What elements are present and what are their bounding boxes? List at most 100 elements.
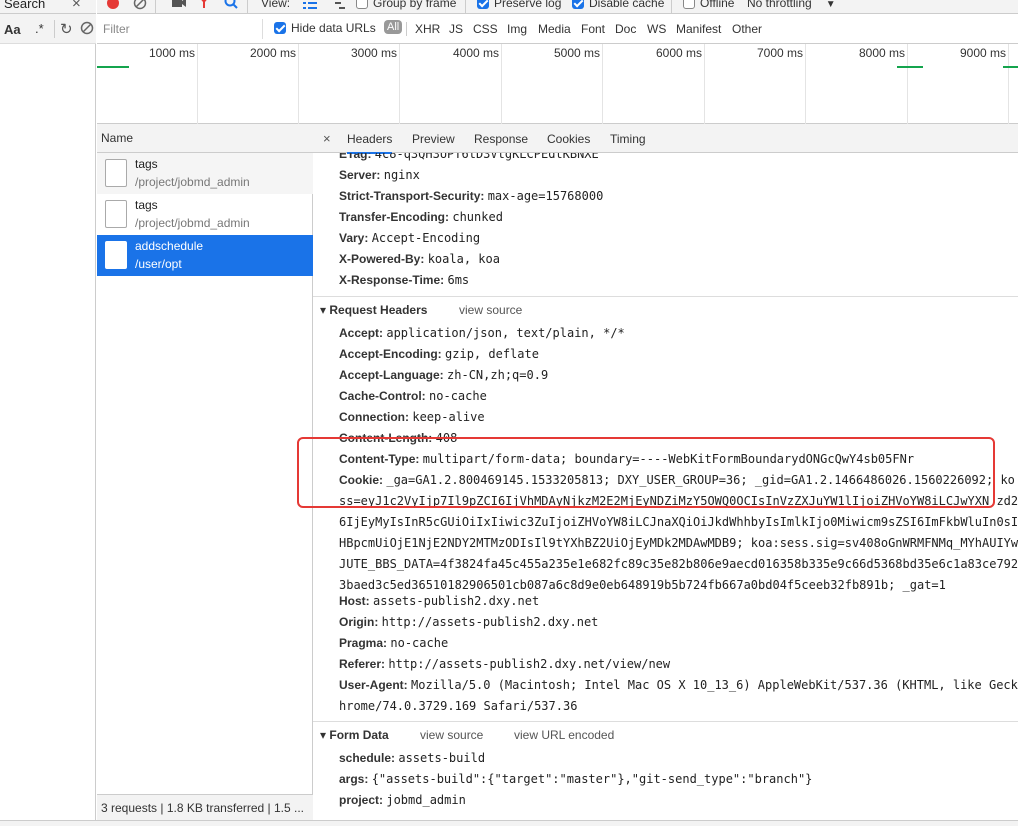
refresh-icon[interactable]: ↻ <box>60 20 73 38</box>
header-row: Connection: keep-alive <box>339 410 485 424</box>
type-filter-font[interactable]: Font <box>581 22 605 36</box>
clear-icon[interactable] <box>133 0 147 13</box>
divider <box>54 20 55 38</box>
timeline-gridline <box>197 44 198 124</box>
type-filter-xhr[interactable]: XHR <box>415 22 440 36</box>
timeline-gridline <box>704 44 705 124</box>
view-label: View: <box>261 0 291 10</box>
user-agent-continuation: hrome/74.0.3729.169 Safari/537.36 <box>339 699 578 713</box>
network-toolbar: View: Group by frame Preserve log Disabl… <box>97 0 1018 14</box>
form-data-section[interactable]: ▾ Form Data view source view URL encoded <box>313 721 1018 745</box>
preserve-log-checkbox[interactable]: Preserve log <box>477 0 561 10</box>
camera-icon[interactable] <box>171 0 187 12</box>
timeline-tick-label: 3000 ms <box>350 46 397 60</box>
offline-checkbox[interactable]: Offline <box>683 0 734 10</box>
regex-toggle[interactable]: .* <box>35 21 44 36</box>
filter-icon[interactable] <box>197 0 211 12</box>
timeline-request-bar <box>1003 66 1018 68</box>
filter-input[interactable] <box>97 19 263 39</box>
close-icon[interactable]: × <box>72 0 81 12</box>
form-value: jobmd_admin <box>386 793 466 807</box>
request-name: tags <box>135 198 158 212</box>
header-key: Accept-Language: <box>339 368 444 382</box>
timeline-gridline <box>907 44 908 124</box>
summary-bar: 3 requests | 1.8 KB transferred | 1.5 ..… <box>97 794 313 820</box>
tab-headers[interactable]: Headers <box>347 132 393 154</box>
timeline-gridline <box>399 44 400 124</box>
type-filter-doc[interactable]: Doc <box>615 22 636 36</box>
hide-data-urls-checkbox[interactable]: Hide data URLs <box>274 21 376 35</box>
header-value: chunked <box>452 210 503 224</box>
type-filter-css[interactable]: CSS <box>473 22 498 36</box>
header-row: Content-Length: 408 <box>339 431 457 445</box>
type-filter-media[interactable]: Media <box>538 22 571 36</box>
timeline-overview[interactable]: 1000 ms 2000 ms 3000 ms 4000 ms 5000 ms … <box>97 44 1018 124</box>
header-row: Origin: http://assets-publish2.dxy.net <box>339 615 598 629</box>
cookie-continuation: 3baed3c5ed36510182906501cb087a6c8d9e0eb6… <box>339 578 946 592</box>
header-row: Referer: http://assets-publish2.dxy.net/… <box>339 657 670 671</box>
divider <box>465 0 466 13</box>
close-icon[interactable]: × <box>323 131 331 146</box>
divider <box>155 0 156 13</box>
header-row: Cookie: _ga=GA1.2.800469145.1533205813; … <box>339 473 1015 487</box>
tab-cookies[interactable]: Cookies <box>547 132 590 146</box>
search-tab[interactable]: Search × <box>0 0 96 14</box>
name-column-header[interactable]: Name <box>97 124 313 153</box>
group-by-frame-checkbox[interactable]: Group by frame <box>356 0 456 10</box>
chevron-down-icon: ▼ <box>825 0 836 10</box>
header-row: Vary: Accept-Encoding <box>339 231 480 245</box>
request-headers-section[interactable]: ▾ Request Headers view source <box>313 296 1018 320</box>
header-row: Transfer-Encoding: chunked <box>339 210 503 224</box>
divider <box>406 22 407 36</box>
header-key: Cache-Control: <box>339 389 426 403</box>
header-key: Accept: <box>339 326 384 340</box>
header-row: Accept-Language: zh-CN,zh;q=0.9 <box>339 368 548 382</box>
name-column-label: Name <box>101 131 134 145</box>
tab-preview[interactable]: Preview <box>412 132 455 146</box>
type-filter-ws[interactable]: WS <box>647 22 666 36</box>
header-value: 408 <box>435 431 458 445</box>
timeline-request-bar <box>97 66 129 68</box>
tab-timing[interactable]: Timing <box>610 132 646 146</box>
file-icon <box>105 200 127 228</box>
search-icon[interactable] <box>224 0 238 12</box>
section-title: ▾ Request Headers <box>320 303 427 317</box>
request-row-selected[interactable]: addschedule /user/opt <box>97 235 313 276</box>
header-key: ETag: <box>339 153 372 161</box>
clear-search-icon[interactable] <box>80 19 94 40</box>
type-filter-img[interactable]: Img <box>507 22 527 36</box>
preserve-log-label: Preserve log <box>494 0 562 10</box>
view-source-link[interactable]: view source <box>459 303 522 317</box>
throttling-select[interactable]: No throttling ▼ <box>747 0 836 10</box>
header-key: Server: <box>339 168 381 182</box>
header-row: ETag: 4c8-q3QH3UPT6tD3VtgKLCPEdtKBNXE <box>339 153 599 161</box>
header-key: Pragma: <box>339 636 388 650</box>
view-url-encoded-link[interactable]: view URL encoded <box>514 728 614 742</box>
record-icon[interactable] <box>106 0 120 13</box>
type-filter-manifest[interactable]: Manifest <box>676 22 721 36</box>
request-name: addschedule <box>135 239 204 253</box>
match-case-toggle[interactable]: Aa <box>4 22 21 37</box>
tab-response[interactable]: Response <box>474 132 528 146</box>
type-filter-all[interactable]: All <box>384 20 403 34</box>
view-source-link[interactable]: view source <box>420 728 483 742</box>
waterfall-icon[interactable] <box>330 0 346 12</box>
request-row[interactable]: tags /project/jobmd_admin <box>97 153 313 194</box>
request-path: /user/opt <box>135 257 182 271</box>
type-filter-other[interactable]: Other <box>732 22 762 36</box>
form-row: args: {"assets-build":{"target":"master"… <box>339 772 812 786</box>
header-row: Accept-Encoding: gzip, deflate <box>339 347 539 361</box>
header-value: 6ms <box>447 273 470 287</box>
header-row: Cache-Control: no-cache <box>339 389 487 403</box>
request-row[interactable]: tags /project/jobmd_admin <box>97 194 313 235</box>
timeline-gridline <box>501 44 502 124</box>
header-key: Content-Length: <box>339 431 433 445</box>
header-value: http://assets-publish2.dxy.net/view/new <box>388 657 671 671</box>
disable-cache-checkbox[interactable]: Disable cache <box>572 0 664 10</box>
timeline-tick-label: 9000 ms <box>959 46 1006 60</box>
request-list: Name tags /project/jobmd_admin tags /pro… <box>97 124 313 826</box>
request-name: tags <box>135 157 158 171</box>
search-tab-label: Search <box>4 0 46 11</box>
large-rows-icon[interactable] <box>302 0 318 12</box>
type-filter-js[interactable]: JS <box>449 22 463 36</box>
